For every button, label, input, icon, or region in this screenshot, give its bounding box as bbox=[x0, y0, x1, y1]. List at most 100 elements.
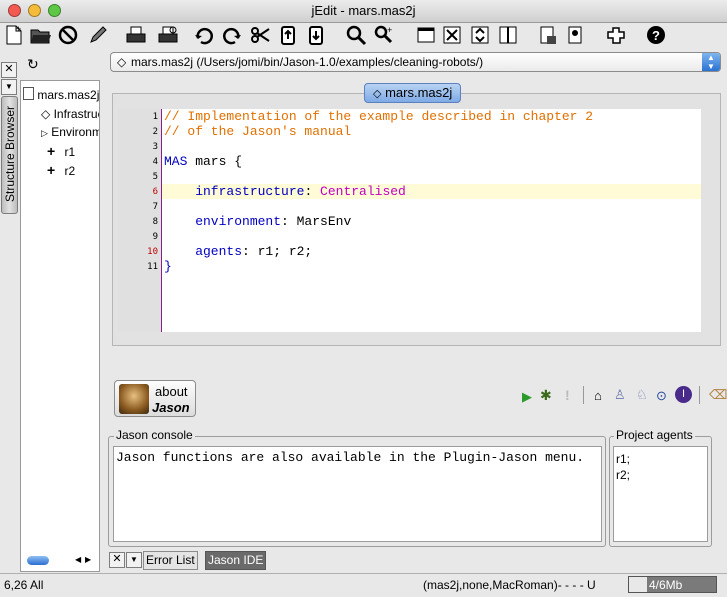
line-number: 10 bbox=[147, 247, 158, 257]
agents-title: Project agents bbox=[614, 428, 695, 442]
agent-item[interactable]: r1; bbox=[616, 452, 630, 466]
svg-text:?: ? bbox=[652, 28, 660, 43]
code-text: mars { bbox=[187, 154, 243, 169]
code-text: : MarsEnv bbox=[281, 214, 352, 229]
new-agent-icon[interactable]: ♙ bbox=[614, 387, 626, 403]
dock-menu-icon[interactable]: ▼ bbox=[126, 552, 142, 568]
chevron-updown-icon: ▲ ▼ bbox=[702, 53, 720, 71]
line-number: 1 bbox=[152, 112, 158, 122]
scroll-left-icon[interactable]: ◀ bbox=[75, 555, 81, 564]
svg-text:+: + bbox=[387, 25, 392, 35]
line-number: 6 bbox=[152, 187, 158, 197]
triangle-icon: ▷ bbox=[41, 128, 48, 138]
debug-icon[interactable]: ✱ bbox=[540, 387, 552, 404]
bottom-dock-tabs: ✕ ▼ Error List Jason IDE bbox=[108, 551, 727, 570]
clear-console-icon[interactable]: ⌫ bbox=[709, 387, 727, 403]
cut-icon[interactable] bbox=[248, 23, 272, 47]
new-view-icon[interactable] bbox=[414, 23, 438, 47]
diamond-icon: ◇ bbox=[373, 88, 382, 100]
caret-position: 6,26 All bbox=[4, 578, 44, 592]
buffer-selector[interactable]: ◇ mars.mas2j (/Users/jomi/bin/Jason-1.0/… bbox=[110, 52, 721, 72]
close-icon[interactable] bbox=[56, 23, 80, 47]
buffer-options-icon[interactable] bbox=[536, 23, 560, 47]
help-icon[interactable]: ? bbox=[644, 23, 668, 47]
tree-item-environment[interactable]: ▷ Environment bbox=[41, 125, 99, 139]
stop-icon[interactable]: ! bbox=[565, 387, 570, 403]
new-file-icon[interactable]: + bbox=[2, 23, 26, 47]
horizontal-scrollbar[interactable]: ◀ ▶ bbox=[25, 555, 97, 567]
code-line-6: infrastructure: Centralised bbox=[164, 184, 406, 199]
redo-icon[interactable] bbox=[220, 23, 244, 47]
code-line-11: } bbox=[164, 259, 172, 274]
print-preview-icon[interactable] bbox=[156, 23, 180, 47]
print-icon[interactable] bbox=[124, 23, 148, 47]
structure-browser-panel: mars.mas2j ◇ Infrastructure ▷ Environmen… bbox=[20, 80, 100, 572]
pencil-icon[interactable] bbox=[86, 23, 110, 47]
code-text: : r1; r2; bbox=[242, 244, 313, 259]
unsplit-v-icon[interactable] bbox=[496, 23, 520, 47]
main-toolbar: + + ? bbox=[0, 22, 727, 50]
tab-error-list[interactable]: Error List bbox=[143, 551, 198, 570]
search-icon[interactable] bbox=[344, 23, 368, 47]
code-line-2: // of the Jason's manual bbox=[164, 124, 352, 139]
agent-item[interactable]: r2; bbox=[616, 468, 630, 482]
tree-item-label: Infrastructure bbox=[53, 107, 99, 121]
tab-jason-ide[interactable]: Jason IDE bbox=[205, 551, 267, 570]
svg-text:+: + bbox=[16, 24, 21, 34]
code-text: : bbox=[304, 184, 321, 199]
tree-item-file[interactable]: mars.mas2j bbox=[23, 87, 99, 102]
line-number: 8 bbox=[152, 217, 158, 227]
code-line-10: agents: r1; r2; bbox=[164, 244, 312, 259]
console-output[interactable]: Jason functions are also available in th… bbox=[113, 446, 602, 542]
paste-icon[interactable] bbox=[304, 23, 328, 47]
toolbar-divider bbox=[699, 386, 700, 404]
console-title: Jason console bbox=[114, 428, 195, 442]
plugin-icon[interactable] bbox=[604, 23, 628, 47]
line-number: 2 bbox=[152, 127, 158, 137]
agents-list[interactable]: r1; r2; bbox=[613, 446, 708, 542]
house-icon[interactable]: ⌂ bbox=[594, 388, 602, 403]
diamond-icon: ◇ bbox=[41, 107, 51, 121]
new-environment-icon[interactable]: ♘ bbox=[636, 387, 648, 403]
window-title: jEdit - mars.mas2j bbox=[311, 3, 416, 18]
console-text: Jason functions are also available in th… bbox=[116, 450, 585, 465]
tree-item-label: Environment bbox=[51, 125, 99, 139]
search-next-icon[interactable]: + bbox=[372, 23, 396, 47]
dock-close-icon[interactable]: ✕ bbox=[1, 62, 17, 78]
memory-status[interactable]: 4/6Mb bbox=[628, 576, 717, 593]
code-line-8: environment: MarsEnv bbox=[164, 214, 351, 229]
undo-icon[interactable] bbox=[192, 23, 216, 47]
scrollbar-thumb[interactable] bbox=[27, 556, 49, 565]
global-options-icon[interactable] bbox=[564, 23, 588, 47]
info-icon[interactable]: I bbox=[675, 386, 692, 403]
buffer-tab[interactable]: ◇ mars.mas2j bbox=[364, 83, 462, 103]
split-icon[interactable] bbox=[440, 23, 464, 47]
open-folder-icon[interactable] bbox=[28, 23, 52, 47]
title-bar: jEdit - mars.mas2j bbox=[0, 0, 727, 23]
unsplit-h-icon[interactable] bbox=[468, 23, 492, 47]
dock-menu-icon[interactable]: ▼ bbox=[1, 79, 17, 95]
file-icon bbox=[23, 87, 34, 100]
buffer-mode-status[interactable]: (mas2j,none,MacRoman)- - - - U bbox=[423, 578, 596, 592]
line-number: 7 bbox=[152, 202, 158, 212]
jason-portrait-icon bbox=[119, 384, 149, 414]
run-icon[interactable]: ▶ bbox=[522, 389, 532, 405]
line-number: 11 bbox=[147, 262, 158, 272]
tree-item-infrastructure[interactable]: ◇ Infrastructure bbox=[41, 107, 99, 121]
diamond-icon: ◇ bbox=[117, 55, 127, 69]
tree-item-label: r1 bbox=[64, 145, 76, 159]
structure-browser-tab[interactable]: Structure Browser bbox=[1, 96, 18, 214]
refresh-icon[interactable]: ↻ bbox=[27, 57, 41, 71]
tree-item-r1[interactable]: + r1 bbox=[47, 143, 97, 159]
line-number: 3 bbox=[152, 142, 158, 152]
dock-close-icon[interactable]: ✕ bbox=[109, 552, 125, 568]
tree-item-r2[interactable]: + r2 bbox=[47, 162, 97, 178]
code-line-1: // Implementation of the example describ… bbox=[164, 109, 594, 124]
about-label: about bbox=[155, 384, 188, 399]
create-internal-action-icon[interactable]: ⊙ bbox=[656, 388, 667, 404]
copy-icon[interactable] bbox=[276, 23, 300, 47]
code-keyword: MAS bbox=[164, 154, 188, 169]
about-jason-button[interactable]: about Jason bbox=[114, 380, 196, 417]
toolbar-divider bbox=[583, 386, 584, 404]
scroll-right-icon[interactable]: ▶ bbox=[85, 555, 91, 564]
